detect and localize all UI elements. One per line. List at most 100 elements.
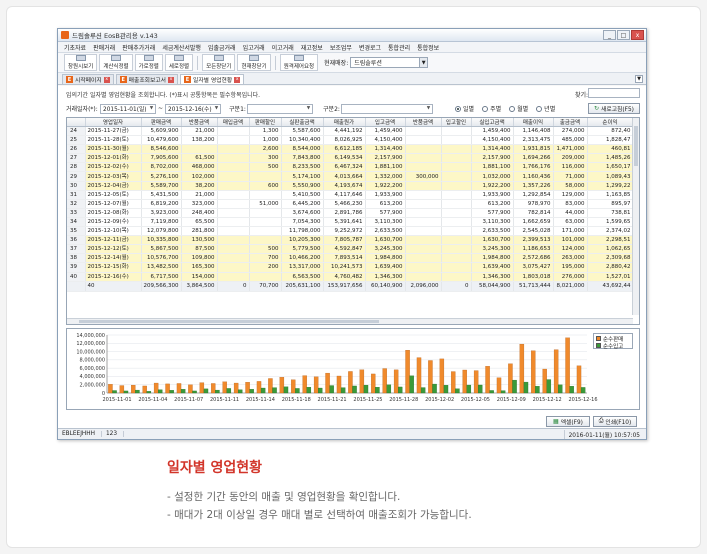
table-row[interactable]: 31 2015-12-05(토) 5,431,500 21,000 5,410,500 4…: [67, 190, 634, 200]
column-header[interactable]: 반품금액: [181, 118, 218, 127]
close-current-button[interactable]: 현재창닫기: [237, 54, 271, 71]
tab-start-page[interactable]: E 시작페이지 x: [62, 74, 114, 84]
bar-purchase[interactable]: [203, 388, 209, 394]
bar-purchase[interactable]: [546, 379, 552, 394]
column-header[interactable]: 출금금액: [553, 118, 588, 127]
remote-support-button[interactable]: 원격제어요청: [279, 54, 319, 71]
bar-purchase[interactable]: [306, 387, 312, 394]
bar-purchase[interactable]: [375, 387, 380, 394]
menu-item[interactable]: 입출금거래: [208, 43, 236, 52]
bar-sales[interactable]: [531, 350, 536, 394]
close-icon[interactable]: x: [168, 76, 175, 83]
maximize-button[interactable]: □: [617, 30, 630, 40]
column-header[interactable]: 순이익: [587, 118, 634, 127]
table-row[interactable]: 28 2015-12-02(수) 8,702,000 468,000 500 8,233,…: [67, 162, 634, 173]
date-from-field[interactable]: 2015-11-01(일) ▼: [100, 103, 156, 114]
close-icon[interactable]: x: [103, 76, 110, 83]
bar-sales[interactable]: [462, 369, 467, 394]
close-button[interactable]: x: [631, 30, 644, 40]
bar-sales[interactable]: [313, 376, 319, 394]
table-row[interactable]: 40 2015-12-16(수) 6,717,500 154,000 6,563,500…: [67, 272, 634, 282]
bar-purchase[interactable]: [169, 390, 174, 394]
bar-sales[interactable]: [108, 384, 113, 394]
radio-weekly[interactable]: 주별: [482, 104, 501, 113]
scrollbar-thumb[interactable]: [634, 126, 638, 166]
column-header[interactable]: 매출원가: [323, 118, 366, 127]
table-row[interactable]: 32 2015-12-07(월) 6,819,200 323,000 51,000 6,4…: [67, 199, 634, 209]
table-row[interactable]: 25 2015-11-28(토) 10,479,600 138,200 1,000 10,…: [67, 135, 634, 146]
bar-purchase[interactable]: [238, 389, 243, 394]
bar-sales[interactable]: [188, 384, 193, 394]
menu-item[interactable]: 입고거래: [243, 43, 265, 52]
cascade-button[interactable]: 계산식정렬: [99, 54, 133, 71]
bar-sales[interactable]: [279, 377, 285, 394]
bar-sales[interactable]: [405, 350, 410, 394]
menu-item[interactable]: 변경로그: [359, 43, 381, 52]
menu-item[interactable]: 세금계산서발행: [162, 43, 201, 52]
close-icon[interactable]: x: [234, 76, 241, 83]
bar-purchase[interactable]: [318, 387, 323, 394]
bar-purchase[interactable]: [386, 384, 392, 394]
table-row[interactable]: 26 2015-11-30(월) 8,546,600 2,600 8,544,000 6,…: [67, 144, 634, 155]
table-row[interactable]: 38 2015-12-14(월) 10,576,700 109,800 700 10,46…: [67, 253, 634, 264]
search-input[interactable]: [588, 88, 640, 98]
bar-purchase[interactable]: [363, 384, 369, 394]
bar-purchase[interactable]: [123, 390, 129, 394]
bar-sales[interactable]: [565, 337, 570, 394]
bar-sales[interactable]: [576, 365, 582, 394]
bar-sales[interactable]: [542, 368, 547, 394]
minimize-button[interactable]: _: [603, 30, 616, 40]
bar-purchase[interactable]: [466, 384, 472, 394]
bar-purchase[interactable]: [272, 387, 277, 394]
column-header[interactable]: 판매할인: [249, 118, 282, 127]
bar-purchase[interactable]: [580, 387, 586, 394]
date-to-field[interactable]: 2015-12-16(수) ▼: [165, 103, 222, 114]
menu-item[interactable]: 재고정보: [301, 43, 323, 52]
tab-sales-report[interactable]: E 매출조회보고서 x: [115, 74, 179, 84]
bar-purchase[interactable]: [295, 388, 300, 394]
tile-vertical-button[interactable]: 세로정렬: [164, 54, 194, 71]
menu-item[interactable]: 기초자료: [64, 43, 86, 52]
table-row[interactable]: 39 2015-12-15(화) 13,482,500 165,300 200 13,31…: [67, 262, 634, 273]
column-header[interactable]: 판매금액: [141, 118, 182, 127]
bar-sales[interactable]: [519, 343, 525, 394]
menu-item[interactable]: 이고거래: [272, 43, 294, 52]
column-header[interactable]: 실판출금액: [281, 118, 324, 127]
bar-sales[interactable]: [496, 377, 502, 394]
refresh-button[interactable]: ↻ 새로고침(F5): [588, 103, 640, 114]
bar-sales[interactable]: [348, 371, 353, 394]
bar-sales[interactable]: [428, 360, 433, 394]
bar-sales[interactable]: [291, 379, 296, 394]
bar-purchase[interactable]: [409, 375, 414, 394]
bar-purchase[interactable]: [558, 384, 563, 394]
table-row[interactable]: 27 2015-12-01(화) 7,905,600 61,500 300 7,843,8…: [67, 153, 634, 164]
bar-purchase[interactable]: [329, 385, 334, 394]
table-row[interactable]: 33 2015-12-08(화) 3,923,000 248,400 3,674,600…: [67, 208, 634, 218]
menu-item[interactable]: 통합정보: [417, 43, 439, 52]
column-header[interactable]: 반품금액: [405, 118, 442, 127]
type2-select[interactable]: ▼: [341, 103, 434, 114]
bar-purchase[interactable]: [146, 391, 152, 394]
scrollbar-thumb[interactable]: [79, 320, 379, 323]
bar-purchase[interactable]: [226, 388, 232, 394]
bar-sales[interactable]: [233, 382, 239, 394]
radio-daily[interactable]: 일별: [455, 104, 474, 113]
column-header[interactable]: 매출이익: [513, 118, 554, 127]
column-header[interactable]: [67, 118, 86, 127]
bar-purchase[interactable]: [398, 386, 403, 394]
excel-button[interactable]: ▦ 엑셀(F9): [546, 416, 590, 427]
table-row[interactable]: 30 2015-12-04(금) 5,589,700 38,200 600 5,550,9…: [67, 181, 634, 191]
bar-purchase[interactable]: [455, 388, 460, 394]
bar-sales[interactable]: [473, 370, 479, 394]
bar-sales[interactable]: [131, 384, 136, 394]
bar-sales[interactable]: [359, 369, 365, 394]
bar-sales[interactable]: [508, 363, 513, 394]
bar-sales[interactable]: [142, 385, 147, 394]
bar-sales[interactable]: [382, 368, 387, 394]
bar-purchase[interactable]: [112, 390, 117, 394]
radio-yearly[interactable]: 년별: [536, 104, 555, 113]
bar-purchase[interactable]: [260, 387, 266, 394]
column-header[interactable]: 입고금액: [365, 118, 406, 127]
bar-sales[interactable]: [268, 378, 273, 394]
bar-purchase[interactable]: [535, 386, 540, 394]
